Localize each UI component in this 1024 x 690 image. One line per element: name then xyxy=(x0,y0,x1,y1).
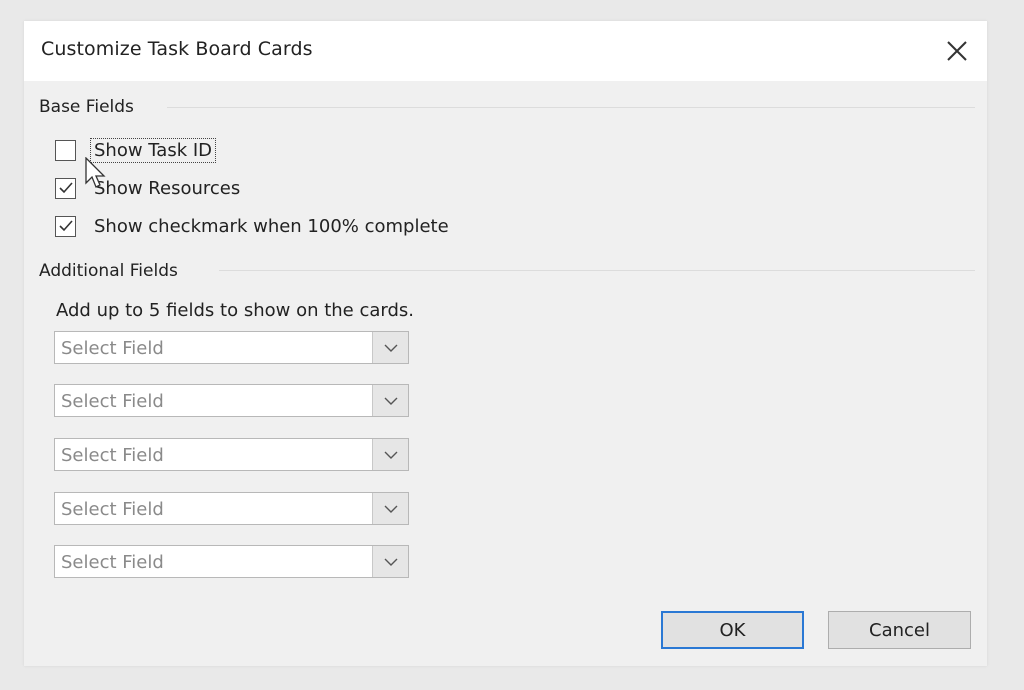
chevron-down-icon xyxy=(384,451,397,459)
show-checkmark-complete-label[interactable]: Show checkmark when 100% complete xyxy=(92,216,451,237)
customize-task-board-cards-dialog: Customize Task Board Cards Base Fields S… xyxy=(24,21,987,666)
checkmark-icon xyxy=(58,220,73,232)
dropdown-arrow-button[interactable] xyxy=(372,546,408,577)
show-resources-checkbox[interactable]: Show Resources xyxy=(55,176,242,200)
checkmark-icon xyxy=(58,182,73,194)
close-button[interactable] xyxy=(943,37,971,65)
field-select-value: Select Field xyxy=(61,338,164,359)
checkbox-box[interactable] xyxy=(55,177,76,199)
close-x-icon xyxy=(947,41,967,61)
chevron-down-icon xyxy=(384,558,397,566)
field-select-value: Select Field xyxy=(61,391,164,412)
checkbox-box[interactable] xyxy=(55,139,76,161)
field-select-1[interactable]: Select Field xyxy=(54,331,409,364)
field-select-value: Select Field xyxy=(61,499,164,520)
show-checkmark-complete-checkbox[interactable]: Show checkmark when 100% complete xyxy=(55,214,451,238)
dropdown-arrow-button[interactable] xyxy=(372,439,408,470)
dropdown-arrow-button[interactable] xyxy=(372,385,408,416)
dropdown-arrow-button[interactable] xyxy=(372,332,408,363)
field-select-value: Select Field xyxy=(61,552,164,573)
ok-button[interactable]: OK xyxy=(661,611,804,649)
additional-fields-divider xyxy=(219,270,975,271)
additional-fields-hint: Add up to 5 fields to show on the cards. xyxy=(56,300,415,321)
show-resources-label[interactable]: Show Resources xyxy=(92,178,242,199)
chevron-down-icon xyxy=(384,397,397,405)
field-select-3[interactable]: Select Field xyxy=(54,438,409,471)
field-select-4[interactable]: Select Field xyxy=(54,492,409,525)
checkbox-box[interactable] xyxy=(55,215,76,237)
cancel-button[interactable]: Cancel xyxy=(828,611,971,649)
field-select-5[interactable]: Select Field xyxy=(54,545,409,578)
dialog-titlebar: Customize Task Board Cards xyxy=(24,21,987,81)
chevron-down-icon xyxy=(384,505,397,513)
field-select-value: Select Field xyxy=(61,445,164,466)
base-fields-divider xyxy=(167,107,975,108)
chevron-down-icon xyxy=(384,344,397,352)
dropdown-arrow-button[interactable] xyxy=(372,493,408,524)
base-fields-group-label: Base Fields xyxy=(39,97,134,117)
additional-fields-group-label: Additional Fields xyxy=(39,261,178,281)
show-task-id-checkbox[interactable]: Show Task ID xyxy=(55,137,217,163)
show-task-id-label[interactable]: Show Task ID xyxy=(89,137,217,163)
dialog-title: Customize Task Board Cards xyxy=(41,38,313,60)
field-select-2[interactable]: Select Field xyxy=(54,384,409,417)
